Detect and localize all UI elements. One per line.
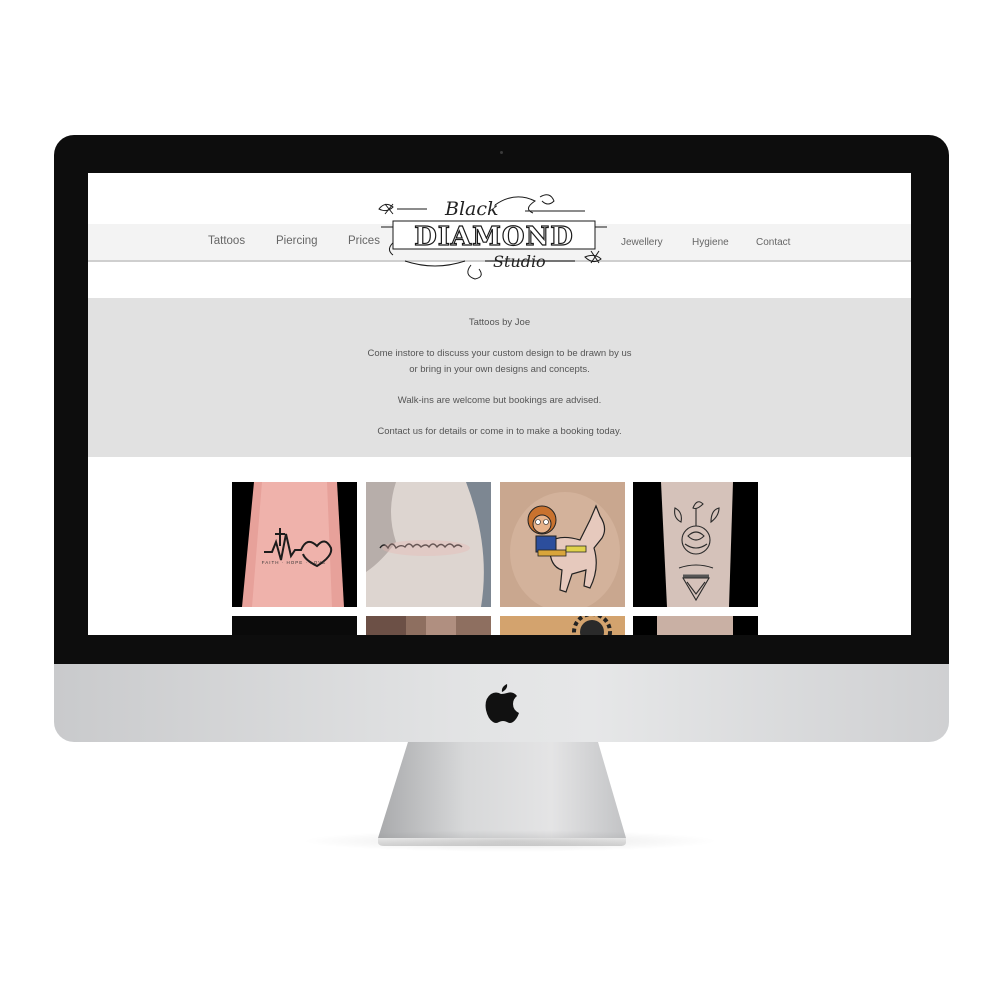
nav-tattoos[interactable]: Tattoos (208, 235, 245, 247)
gallery-image-row2-1[interactable] (232, 616, 357, 635)
apple-logo-icon (485, 684, 519, 723)
gallery-image-cartoon-tattoo[interactable] (500, 482, 625, 607)
nav-contact[interactable]: Contact (756, 237, 790, 248)
tattoo-caption: FAITH · HOPE · LOVE (262, 560, 327, 565)
gallery-image-row2-3[interactable] (500, 616, 625, 635)
gallery-image-row2-4[interactable] (633, 616, 758, 635)
website-screen: Tattoos Piercing Prices Jewellery Hygien… (88, 173, 911, 635)
black-diamond-logo[interactable]: Black DIAMOND Studio (375, 191, 613, 281)
intro-heading: Tattoos by Joe (468, 317, 531, 328)
intro-line-2: or bring in your own designs and concept… (409, 363, 590, 375)
camera-icon (500, 151, 503, 154)
intro-line-3: Walk-ins are welcome but bookings are ad… (397, 394, 602, 406)
logo-text-black: Black (444, 198, 499, 220)
logo-text-diamond: DIAMOND (414, 222, 574, 252)
nav-jewellery[interactable]: Jewellery (621, 237, 663, 248)
logo-text-studio: Studio (493, 252, 546, 271)
gallery-image-rose-tattoo[interactable] (633, 482, 758, 607)
gallery-image-heartbeat-tattoo[interactable]: FAITH · HOPE · LOVE (232, 482, 357, 607)
intro-line-1: Come instore to discuss your custom desi… (367, 348, 632, 359)
stand-shadow (300, 830, 720, 852)
gallery-image-script-tattoo[interactable] (366, 482, 491, 607)
gallery-image-row2-2[interactable] (366, 616, 491, 635)
nav-hygiene[interactable]: Hygiene (692, 237, 729, 248)
intro-section: Tattoos by Joe Come instore to discuss y… (88, 298, 911, 457)
nav-piercing[interactable]: Piercing (276, 235, 318, 247)
intro-line-4: Contact us for details or come in to mak… (377, 425, 622, 437)
